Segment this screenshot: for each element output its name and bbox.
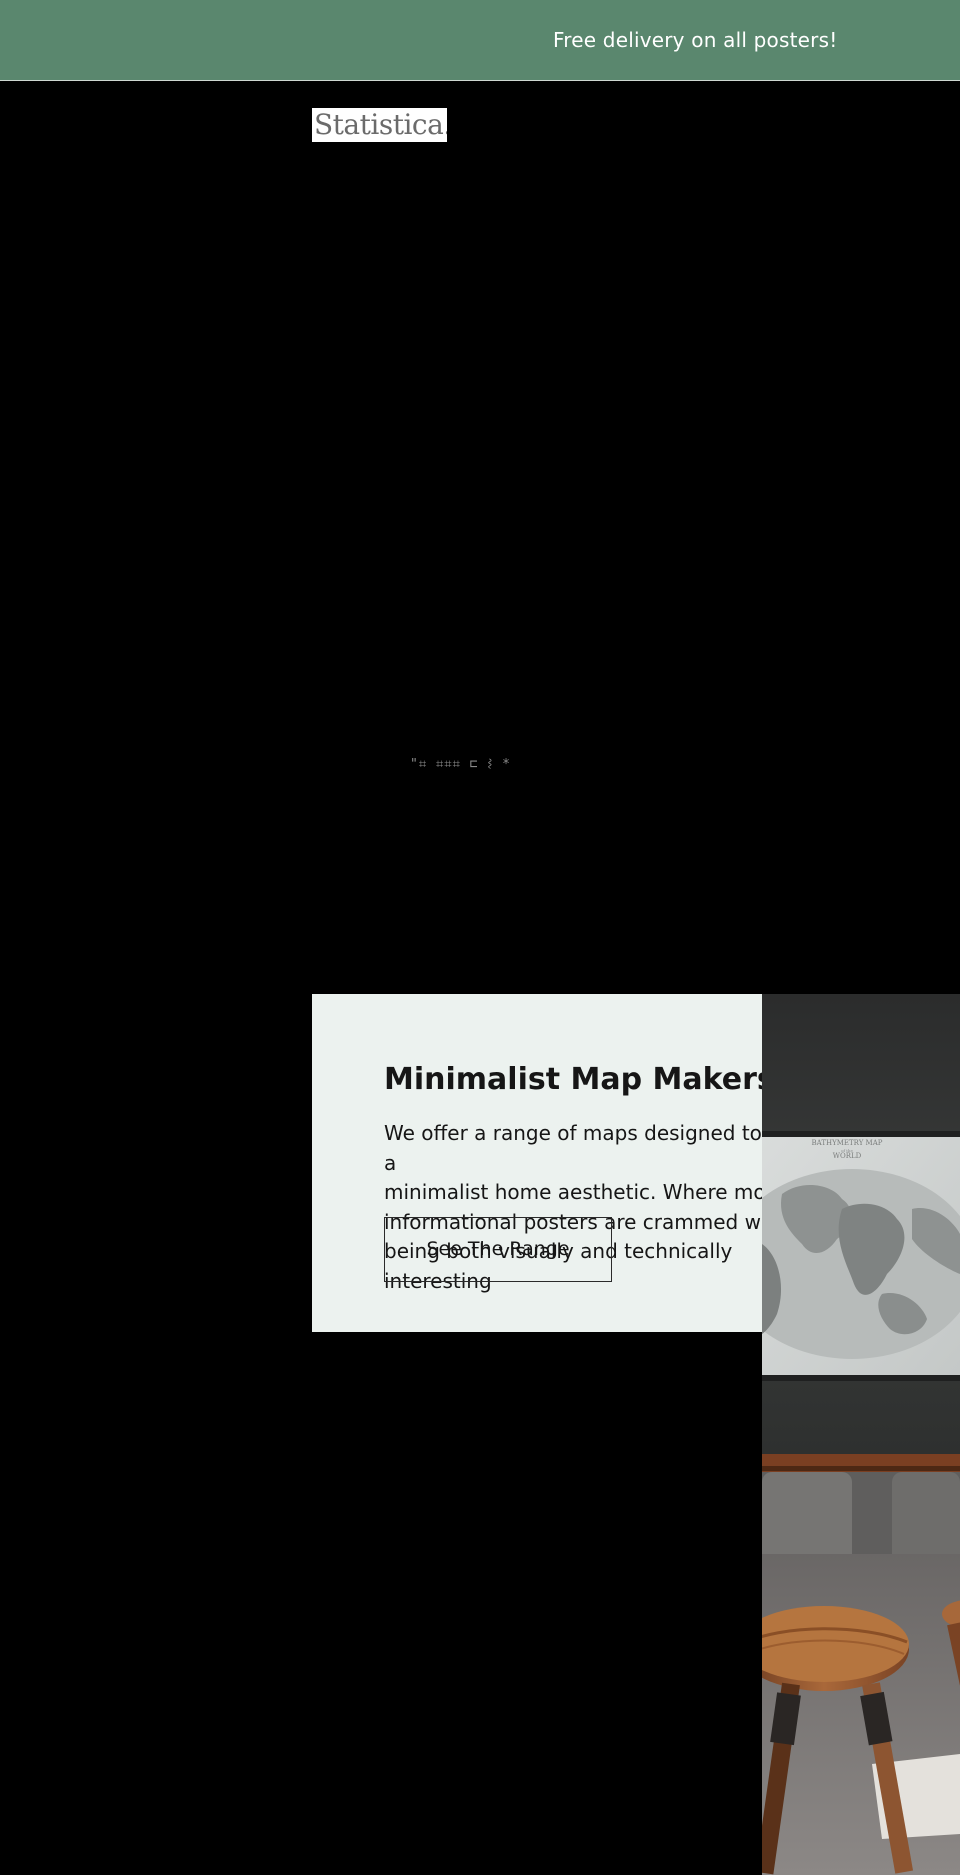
room-scene-illustration: BATHYMETRY MAP of the WORLD [762, 994, 960, 1875]
map-poster-world: WORLD [833, 1152, 862, 1160]
page: Free delivery on all posters! Statistica… [0, 0, 960, 1875]
hero-placeholder-glyphs: "⌗ ⌗⌗⌗ ⊏ ⌇ * [410, 757, 511, 772]
see-the-range-button[interactable]: See The Range [384, 1217, 612, 1282]
promo-title: Minimalist Map Makers [384, 1062, 762, 1097]
promo-panel: Minimalist Map Makers We offer a range o… [312, 994, 762, 1332]
map-poster-title: BATHYMETRY MAP [812, 1139, 883, 1147]
site-logo[interactable]: Statistica. [312, 108, 447, 142]
announcement-text: Free delivery on all posters! [553, 28, 838, 52]
map-poster: BATHYMETRY MAP of the WORLD [762, 1131, 960, 1381]
promo-room-image: BATHYMETRY MAP of the WORLD [762, 994, 960, 1875]
announcement-bar: Free delivery on all posters! [0, 0, 960, 81]
